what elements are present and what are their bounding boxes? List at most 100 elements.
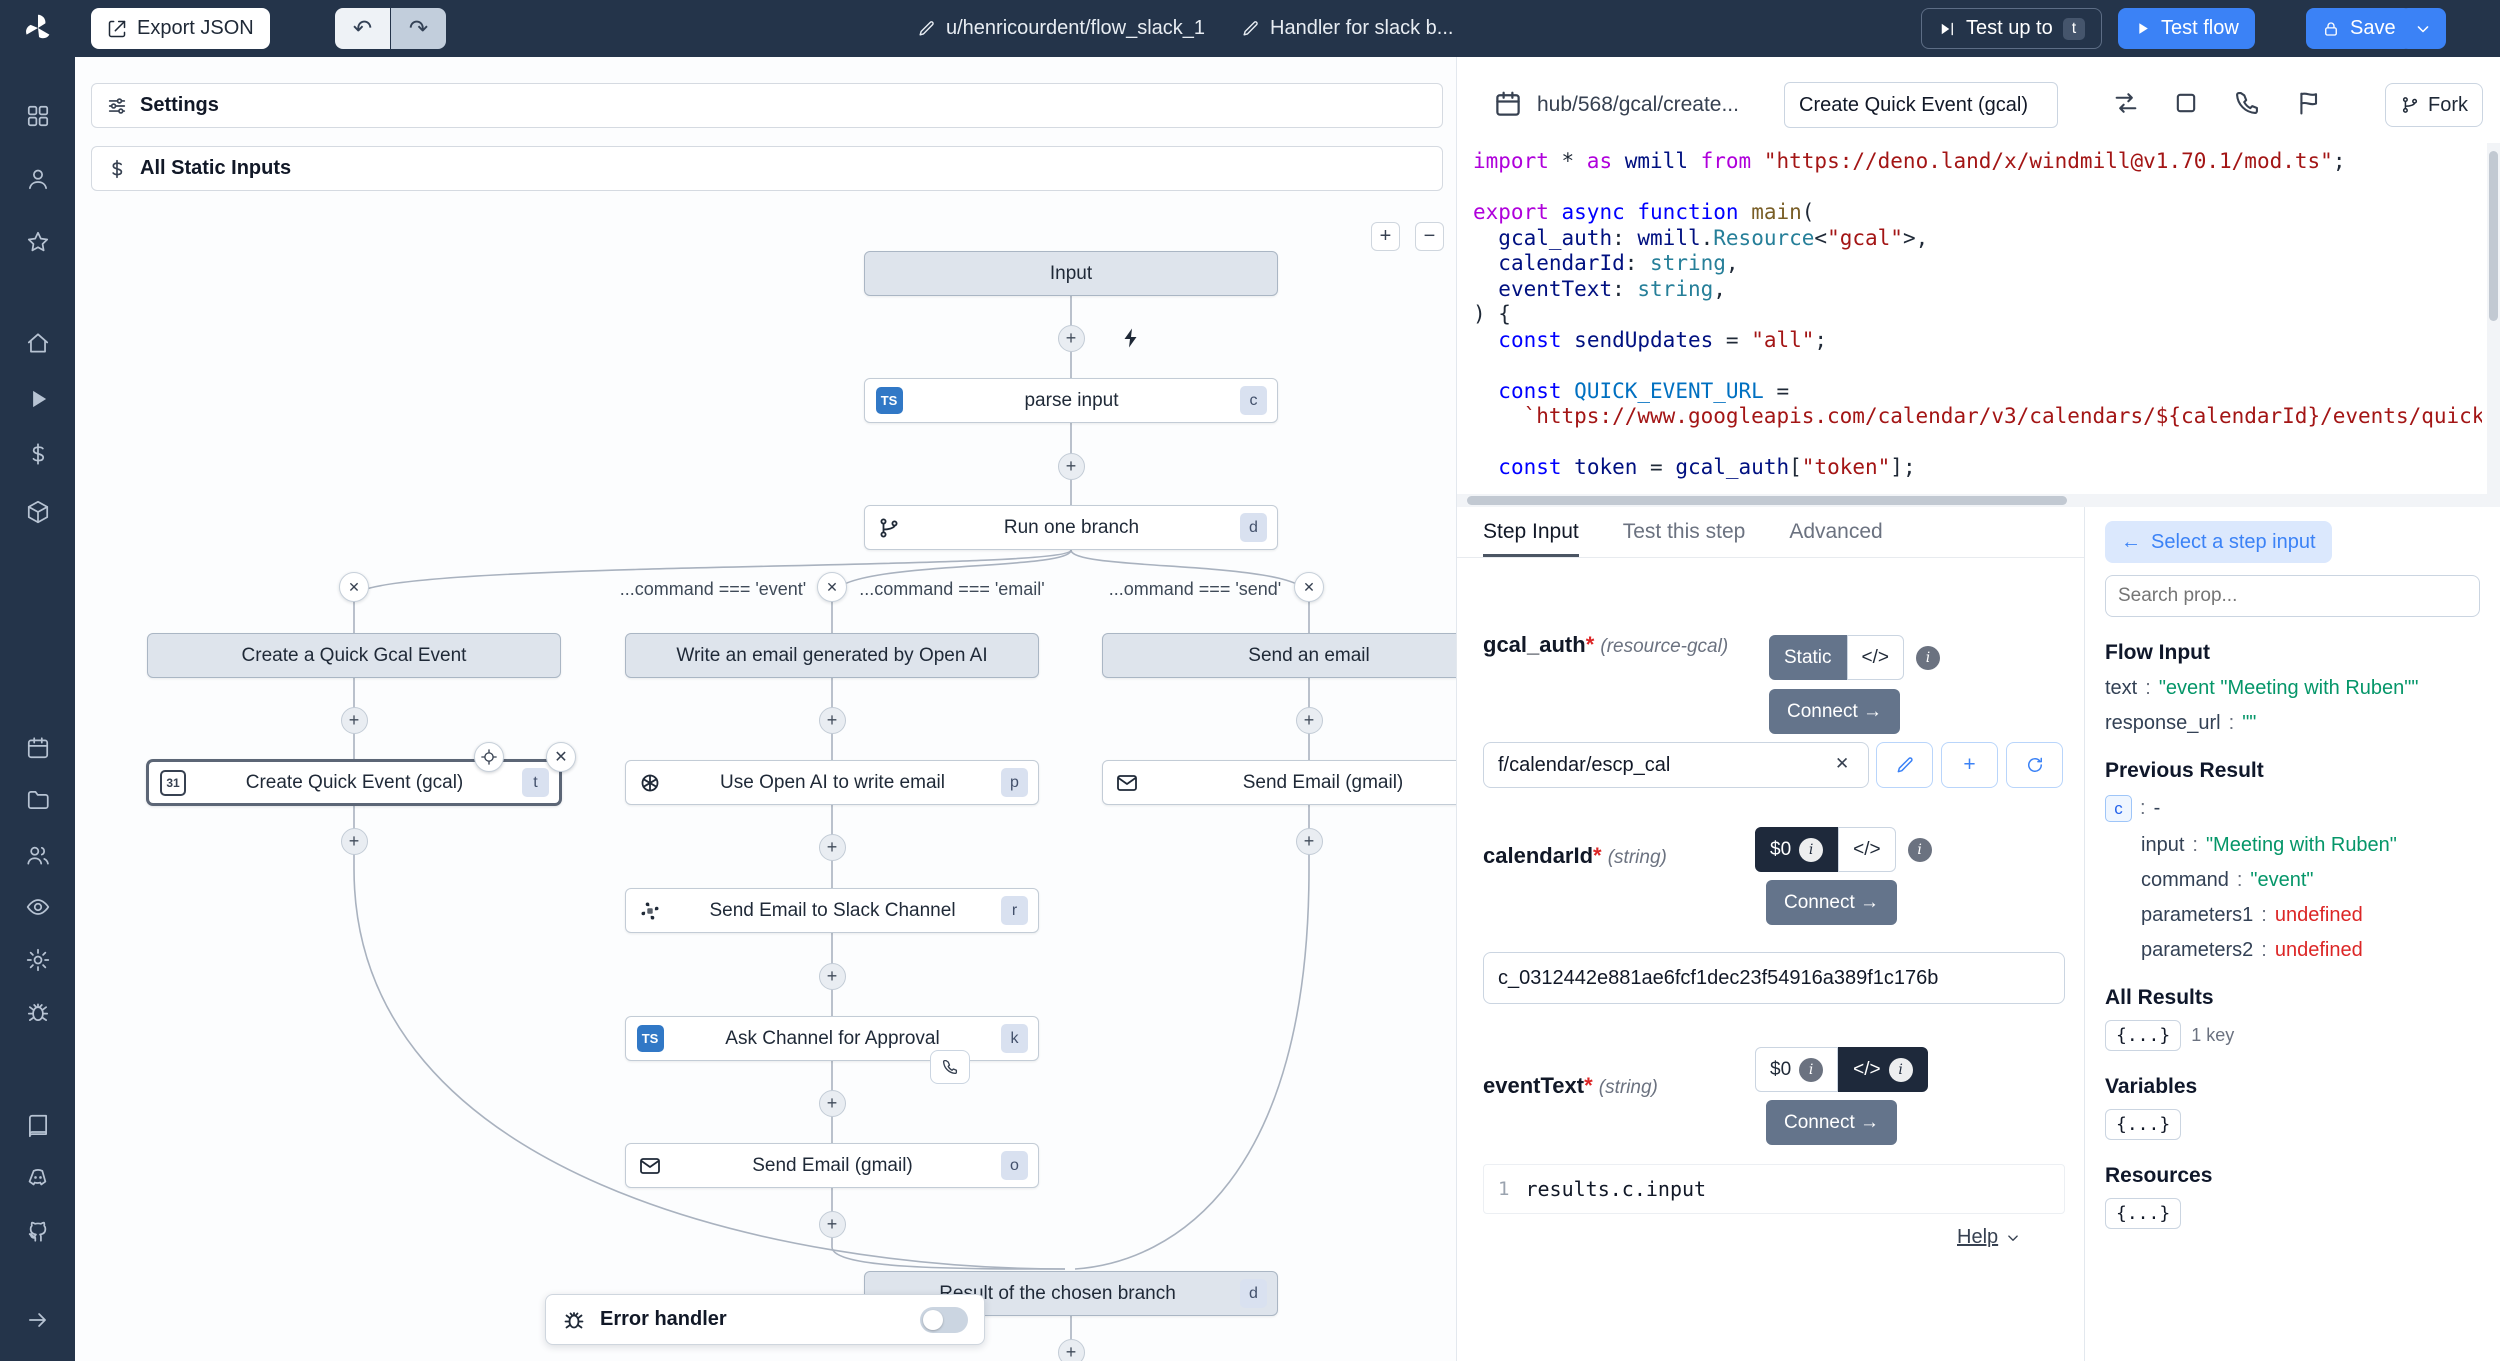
trigger-zap-icon[interactable] [1119, 326, 1143, 350]
eye-icon[interactable] [25, 894, 51, 920]
gcal-auth-resource-input[interactable] [1483, 742, 1869, 788]
prop-item-response_url[interactable]: response_url:"" [2105, 712, 2480, 735]
add-step-button[interactable]: + [341, 828, 368, 855]
export-json-button[interactable]: Export JSON [91, 8, 270, 49]
zoom-in-button[interactable]: + [1371, 222, 1400, 251]
bug-icon[interactable] [25, 999, 51, 1025]
add-step-button[interactable]: + [1058, 453, 1085, 480]
calendar-id-connect-button[interactable]: Connect → [1766, 880, 1897, 925]
home-icon[interactable] [25, 330, 51, 356]
prop-item-input[interactable]: input:"Meeting with Ruben" [2141, 834, 2480, 857]
step-summary-input[interactable] [1784, 82, 2058, 128]
node-parse-input[interactable]: TS parse input c [864, 378, 1278, 423]
code-editor[interactable]: import * as wmill from "https://deno.lan… [1473, 149, 2482, 487]
javascript-mode-button[interactable]: </> [1838, 827, 1895, 872]
node-branch-summary-1[interactable]: Create a Quick Gcal Event [147, 633, 561, 678]
calendar-id-input[interactable] [1483, 952, 2065, 1004]
variables-object-badge[interactable]: {...} [2105, 1109, 2181, 1140]
tab-step-input[interactable]: Step Input [1483, 507, 1579, 557]
static-mode-button[interactable]: $0i [1755, 827, 1838, 872]
undo-button[interactable]: ↶ [335, 8, 390, 49]
vertical-scrollbar[interactable] [2487, 143, 2500, 494]
remove-branch-button-2[interactable]: ✕ [817, 572, 847, 602]
info-icon[interactable]: i [1889, 1058, 1913, 1082]
save-more-button[interactable] [2400, 8, 2446, 49]
docs-icon[interactable] [25, 1113, 51, 1139]
prop-item-text[interactable]: text:"event "Meeting with Ruben"" [2105, 677, 2480, 700]
flow-settings-bar[interactable]: Settings [91, 83, 1443, 128]
static-mode-button[interactable]: $0i [1755, 1047, 1838, 1092]
info-icon[interactable]: i [1799, 838, 1823, 862]
add-step-button[interactable]: + [1058, 325, 1085, 352]
test-flow-button[interactable]: Test flow [2118, 8, 2255, 49]
folder-icon[interactable] [25, 787, 51, 813]
sync-icon[interactable] [2112, 89, 2140, 117]
dollar-icon[interactable] [25, 441, 51, 467]
apps-icon[interactable] [25, 103, 51, 129]
collapse-icon[interactable] [25, 1307, 51, 1333]
flow-canvas[interactable]: Settings All Static Inputs + − Input TS … [75, 57, 1456, 1361]
node-use-openai[interactable]: Use Open AI to write email p [625, 760, 1039, 805]
calendar-icon[interactable] [25, 735, 51, 761]
node-ask-channel-approval[interactable]: TS Ask Channel for Approval k [625, 1016, 1039, 1061]
node-branch-summary-3[interactable]: Send an email [1102, 633, 1456, 678]
refresh-resource-button[interactable] [2006, 742, 2063, 788]
star-icon[interactable] [25, 229, 51, 255]
groups-icon[interactable] [25, 842, 51, 868]
horizontal-scrollbar[interactable] [1457, 494, 2500, 507]
info-icon[interactable]: i [1908, 838, 1932, 862]
zoom-out-button[interactable]: − [1415, 222, 1444, 251]
add-step-button[interactable]: + [819, 834, 846, 861]
add-step-button[interactable]: + [819, 963, 846, 990]
tab-advanced[interactable]: Advanced [1789, 507, 1882, 557]
approval-phone-button[interactable] [930, 1050, 970, 1084]
play-icon[interactable] [25, 386, 51, 412]
node-send-email-gmail[interactable]: Send Email (gmail) o [625, 1143, 1039, 1188]
edit-resource-button[interactable] [1876, 742, 1933, 788]
remove-branch-button-1[interactable]: ✕ [339, 572, 369, 602]
save-button[interactable]: Save [2306, 8, 2412, 49]
flag-icon[interactable] [2295, 89, 2323, 117]
user-icon[interactable] [25, 166, 51, 192]
info-icon[interactable]: i [1916, 646, 1940, 670]
prop-item-parameters1[interactable]: parameters1:undefined [2141, 904, 2480, 927]
info-icon[interactable]: i [1799, 1058, 1823, 1082]
node-branch-summary-2[interactable]: Write an email generated by Open AI [625, 633, 1039, 678]
gcal-auth-connect-button[interactable]: Connect → [1769, 689, 1900, 734]
event-text-expression-editor[interactable]: 1 results.c.input [1483, 1164, 2065, 1214]
hub-icon[interactable] [25, 499, 51, 525]
flow-path[interactable]: u/henricourdent/flow_slack_1 [917, 17, 1205, 40]
tab-test-this-step[interactable]: Test this step [1623, 507, 1746, 557]
redo-button[interactable]: ↷ [391, 8, 446, 49]
clear-resource-icon[interactable]: ✕ [1835, 754, 1849, 774]
phone-icon[interactable] [2233, 89, 2261, 117]
search-prop-input[interactable] [2105, 575, 2480, 617]
prop-item-parameters2[interactable]: parameters2:undefined [2141, 939, 2480, 962]
add-step-button[interactable]: + [1296, 707, 1323, 734]
all-results-object-badge[interactable]: {...} [2105, 1020, 2181, 1051]
flow-static-inputs-bar[interactable]: All Static Inputs [91, 146, 1443, 191]
discord-icon[interactable] [25, 1165, 51, 1191]
github-icon[interactable] [25, 1218, 51, 1244]
error-handler-toggle[interactable] [920, 1307, 968, 1333]
add-step-button[interactable]: + [1296, 828, 1323, 855]
hub-script-path[interactable]: hub/568/gcal/create... [1537, 93, 1739, 117]
node-send-email-gmail-2[interactable]: Send Email (gmail) [1102, 760, 1456, 805]
previous-step-row[interactable]: c : - [2105, 795, 2480, 822]
node-input[interactable]: Input [864, 251, 1278, 296]
add-step-button[interactable]: + [819, 1211, 846, 1238]
add-step-button[interactable]: + [819, 707, 846, 734]
delete-node-button[interactable]: ✕ [546, 742, 576, 772]
flow-summary[interactable]: Handler for slack b... [1241, 17, 1453, 40]
node-run-one-branch[interactable]: Run one branch d [864, 505, 1278, 550]
help-link[interactable]: Help [1957, 1226, 2022, 1249]
fork-button[interactable]: Fork [2385, 83, 2483, 127]
expand-icon[interactable] [2172, 89, 2200, 117]
add-resource-button[interactable]: + [1941, 742, 1998, 788]
node-send-email-slack[interactable]: Send Email to Slack Channel r [625, 888, 1039, 933]
windmill-logo[interactable] [20, 10, 56, 46]
add-step-button[interactable]: + [341, 707, 368, 734]
static-mode-button[interactable]: Static [1769, 635, 1847, 680]
settings-icon[interactable] [25, 947, 51, 973]
event-text-connect-button[interactable]: Connect → [1766, 1100, 1897, 1145]
